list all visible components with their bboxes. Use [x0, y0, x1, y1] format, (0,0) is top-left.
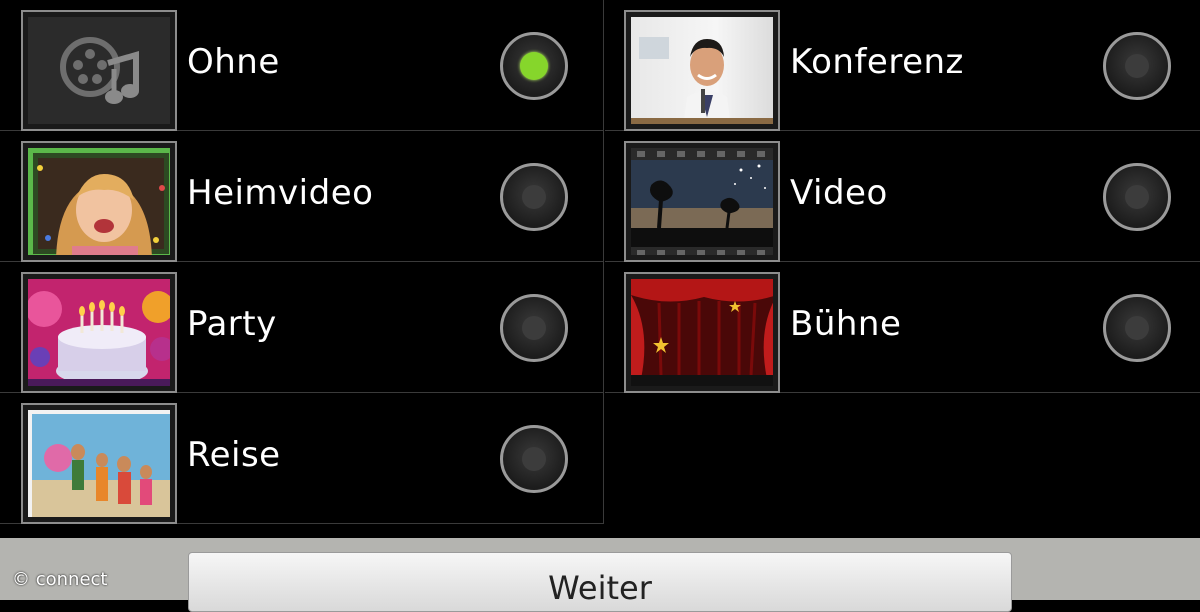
theme-label: Party [187, 304, 277, 344]
theme-option-party[interactable]: Party [0, 262, 604, 393]
footer-bar: Weiter © connect [0, 538, 1200, 612]
weiter-button[interactable]: Weiter [188, 552, 1012, 612]
theme-option-video[interactable]: Video [605, 131, 1200, 262]
theme-option-heimvideo[interactable]: Heimvideo [0, 131, 604, 262]
theme-option-konferenz[interactable]: Konferenz [605, 0, 1200, 131]
birthday-cake-photo [28, 291, 170, 386]
theme-thumbnail [624, 141, 780, 262]
film-strip-silhouette [631, 148, 773, 255]
radio-button[interactable] [1103, 163, 1171, 231]
theme-label: Heimvideo [187, 173, 374, 213]
theme-label: Bühne [790, 304, 902, 344]
radio-dot [522, 185, 546, 209]
red-curtain-stage [631, 279, 773, 386]
theme-thumbnail [624, 10, 780, 131]
theme-option-ohne[interactable]: Ohne [0, 0, 604, 131]
radio-dot [520, 52, 548, 80]
radio-button-selected[interactable] [500, 32, 568, 100]
radio-button[interactable] [500, 425, 568, 493]
theme-thumbnail [21, 272, 177, 393]
theme-label: Video [790, 173, 888, 213]
theme-label: Konferenz [790, 42, 964, 82]
child-photo [33, 153, 169, 255]
radio-button[interactable] [500, 294, 568, 362]
radio-dot [1125, 185, 1149, 209]
theme-thumbnail [624, 272, 780, 393]
radio-button[interactable] [1103, 32, 1171, 100]
theme-option-reise[interactable]: Reise [0, 393, 604, 524]
theme-label: Ohne [187, 42, 280, 82]
watermark: © connect [12, 569, 108, 590]
theme-option-buehne[interactable]: Bühne [605, 262, 1200, 393]
theme-thumbnail [21, 10, 177, 131]
theme-list: Ohne Konferenz Heimvideo Video Party Büh… [0, 0, 1200, 531]
radio-dot [1125, 316, 1149, 340]
radio-button[interactable] [1103, 294, 1171, 362]
radio-button[interactable] [500, 163, 568, 231]
radio-dot [522, 447, 546, 471]
radio-dot [1125, 54, 1149, 78]
conference-photo [631, 37, 773, 124]
family-beach-photo [32, 414, 170, 517]
radio-dot [522, 316, 546, 340]
theme-thumbnail [21, 403, 177, 524]
film-music-icon [60, 37, 139, 104]
theme-label: Reise [187, 435, 281, 475]
theme-thumbnail [21, 141, 177, 262]
